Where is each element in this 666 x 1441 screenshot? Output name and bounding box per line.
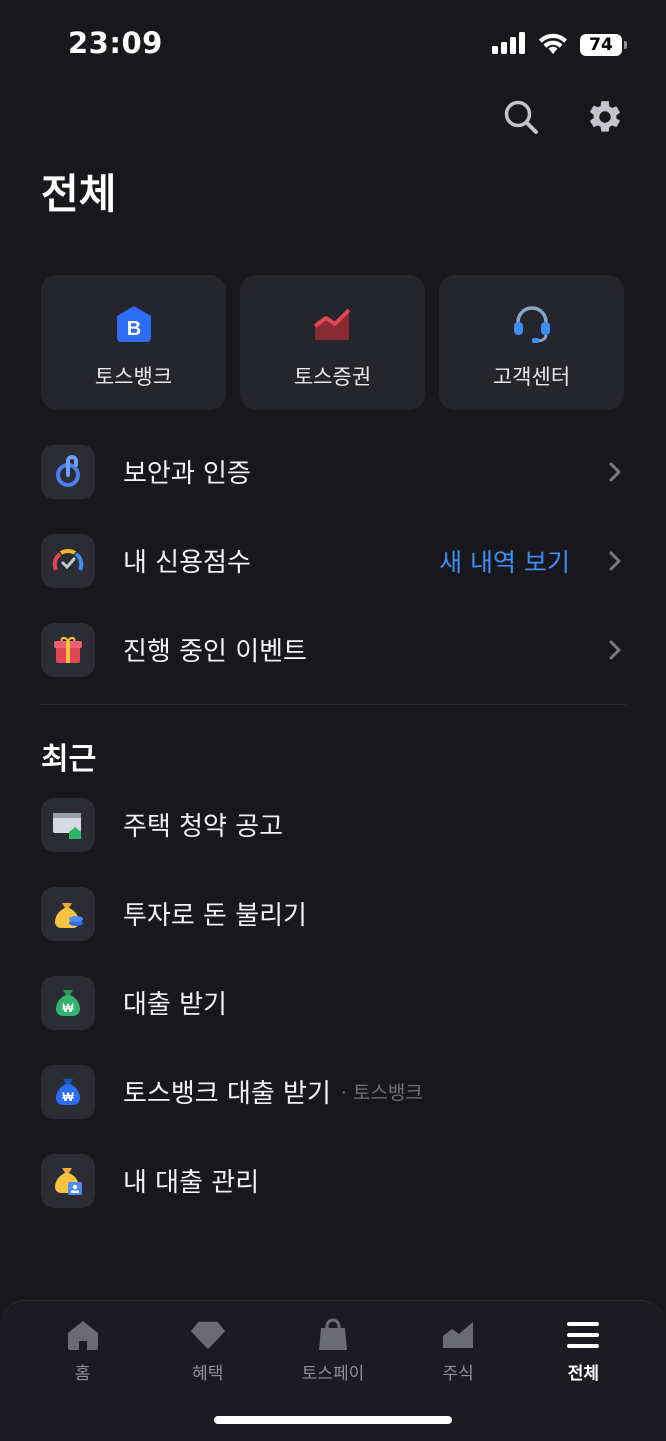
diamond-icon xyxy=(190,1317,226,1353)
divider xyxy=(41,704,626,705)
menu-icon xyxy=(565,1317,601,1353)
menu-item-events[interactable]: 진행 중인 이벤트 xyxy=(41,605,626,694)
top-actions xyxy=(500,96,626,138)
nav-item-all[interactable]: 전체 xyxy=(528,1317,638,1384)
status-time: 23:09 xyxy=(68,26,163,60)
recent-item-loan-management[interactable]: 내 대출 관리 xyxy=(41,1136,626,1225)
home-indicator xyxy=(214,1416,452,1424)
quick-card-label: 토스뱅크 xyxy=(94,365,173,389)
quick-card-customer-center[interactable]: 고객센터 xyxy=(439,275,624,410)
menu-item-label: 진행 중인 이벤트 xyxy=(123,637,307,667)
recent-item-source: · 토스뱅크 xyxy=(340,1082,423,1104)
svg-text:₩: ₩ xyxy=(62,1001,74,1015)
view-new-history-link[interactable]: 새 내역 보기 xyxy=(439,543,570,579)
recent-item-label: 투자로 돈 불리기 xyxy=(123,901,307,931)
svg-text:₩: ₩ xyxy=(62,1090,74,1104)
quick-cards: B 토스뱅크 토스증권 고객센터 xyxy=(41,275,624,410)
quick-card-label: 고객센터 xyxy=(492,365,571,389)
signal-icon xyxy=(492,32,526,58)
credit-gauge-icon xyxy=(41,533,95,588)
page-title: 전체 xyxy=(41,170,117,218)
chevron-right-icon xyxy=(604,550,626,572)
recent-item-get-loan[interactable]: ₩ 대출 받기 xyxy=(41,958,626,1047)
search-icon[interactable] xyxy=(500,96,542,138)
nav-label: 홈 xyxy=(74,1364,91,1384)
headset-icon xyxy=(511,303,553,345)
quick-card-toss-bank[interactable]: B 토스뱅크 xyxy=(41,275,226,410)
nav-item-tosspay[interactable]: 토스페이 xyxy=(278,1317,388,1384)
recent-list: 주택 청약 공고 투자로 돈 불리기 ₩ 대출 받기 ₩ 토스뱅크 대출 받기 … xyxy=(41,795,626,1225)
money-bag-coins-icon xyxy=(41,886,95,941)
won-bag-blue-icon: ₩ xyxy=(41,1064,95,1119)
nav-label: 주식 xyxy=(442,1364,474,1384)
recent-item-label: 내 대출 관리 xyxy=(123,1168,260,1198)
menu-item-label: 보안과 인증 xyxy=(123,459,251,489)
recent-item-housing-notice[interactable]: 주택 청약 공고 xyxy=(41,780,626,869)
quick-card-label: 토스증권 xyxy=(293,365,372,389)
svg-text:B: B xyxy=(126,318,140,340)
recent-item-label: 토스뱅크 대출 받기 xyxy=(123,1079,331,1109)
security-icon xyxy=(41,444,95,499)
nav-item-benefits[interactable]: 혜택 xyxy=(153,1317,263,1384)
recent-item-label: 대출 받기 xyxy=(123,990,227,1020)
gear-icon[interactable] xyxy=(584,96,626,138)
gift-icon xyxy=(41,622,95,677)
house-notice-icon xyxy=(41,797,95,852)
chevron-right-icon xyxy=(604,461,626,483)
menu-list: 보안과 인증 내 신용점수 새 내역 보기 진행 중인 이벤트 xyxy=(41,442,626,694)
battery-indicator: 74 xyxy=(580,34,627,56)
won-bag-green-icon: ₩ xyxy=(41,975,95,1030)
shopping-bag-icon xyxy=(315,1317,351,1353)
quick-card-toss-securities[interactable]: 토스증권 xyxy=(240,275,425,410)
toss-bank-icon: B xyxy=(113,303,155,345)
recent-item-investment[interactable]: 투자로 돈 불리기 xyxy=(41,869,626,958)
wifi-icon xyxy=(538,32,568,58)
chevron-right-icon xyxy=(604,639,626,661)
money-bag-card-icon xyxy=(41,1153,95,1208)
nav-label: 토스페이 xyxy=(301,1364,365,1384)
home-icon xyxy=(65,1317,101,1353)
recent-section-title: 최근 xyxy=(41,742,97,777)
stock-chart-icon xyxy=(312,303,354,345)
nav-item-home[interactable]: 홈 xyxy=(28,1317,138,1384)
recent-item-label: 주택 청약 공고 xyxy=(123,812,284,842)
nav-label: 혜택 xyxy=(192,1364,224,1384)
nav-item-stocks[interactable]: 주식 xyxy=(403,1317,513,1384)
recent-item-tossbank-loan[interactable]: ₩ 토스뱅크 대출 받기 · 토스뱅크 xyxy=(41,1047,626,1136)
menu-item-label: 내 신용점수 xyxy=(123,548,251,578)
stock-icon xyxy=(440,1317,476,1353)
status-bar: 23:09 74 xyxy=(0,0,666,90)
menu-item-security[interactable]: 보안과 인증 xyxy=(41,427,626,516)
menu-item-credit-score[interactable]: 내 신용점수 새 내역 보기 xyxy=(41,516,626,605)
status-icons: 74 xyxy=(492,30,627,60)
nav-label: 전체 xyxy=(567,1364,599,1384)
